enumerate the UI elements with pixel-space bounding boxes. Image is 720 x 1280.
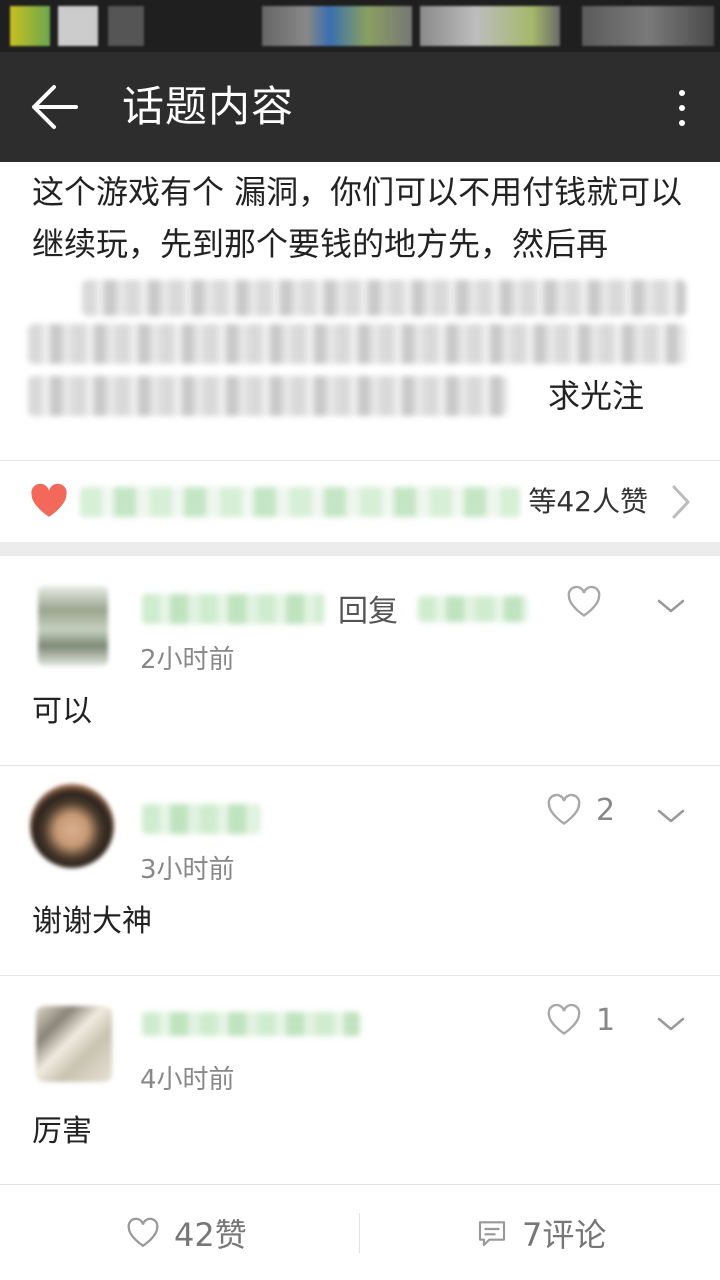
comment-like-count: 2 bbox=[596, 792, 616, 828]
comment-icon bbox=[478, 1221, 506, 1247]
status-pixels bbox=[108, 6, 144, 46]
commenter-name[interactable] bbox=[142, 804, 260, 834]
comment-time: 4小时前 bbox=[140, 1065, 235, 1095]
comment-text: 谢谢大神 bbox=[32, 904, 152, 939]
comment-like-count: 1 bbox=[596, 1002, 616, 1038]
comment-like-button[interactable]: 1 bbox=[546, 998, 615, 1042]
like-post-button[interactable]: 42赞 bbox=[126, 1185, 247, 1280]
obscured-text bbox=[82, 280, 686, 316]
chevron-down-icon[interactable] bbox=[656, 596, 686, 616]
status-pixels bbox=[58, 6, 98, 46]
obscured-text bbox=[28, 324, 686, 364]
reply-label: 回复 bbox=[338, 594, 398, 629]
bottom-action-bar: 42赞 7评论 bbox=[0, 1184, 720, 1280]
commenter-name[interactable] bbox=[142, 594, 324, 624]
bottom-bar-divider bbox=[359, 1213, 360, 1253]
post-content: 这个游戏有个 漏洞，你们可以不用付钱就可以继续玩，先到那个要钱的地方先，然后再 … bbox=[0, 162, 720, 460]
status-pixels bbox=[262, 6, 412, 46]
obscured-text bbox=[28, 376, 508, 416]
comment-item: 2 3小时前 谢谢大神 bbox=[0, 766, 720, 976]
post-text-end: 求光注 bbox=[548, 377, 645, 415]
more-vert-icon-dot bbox=[679, 105, 685, 111]
heart-outline-icon bbox=[547, 1003, 581, 1035]
chevron-down-icon[interactable] bbox=[656, 806, 686, 826]
status-pixels bbox=[582, 6, 714, 46]
comment-time: 3小时前 bbox=[140, 855, 235, 885]
chevron-right-icon[interactable] bbox=[670, 483, 694, 521]
comment-post-button[interactable]: 7评论 bbox=[476, 1185, 606, 1280]
comment-item: 回复 2小时前 可以 bbox=[0, 556, 720, 766]
comment-time: 2小时前 bbox=[140, 645, 235, 675]
comment-like-button[interactable]: 2 bbox=[546, 788, 615, 832]
more-menu-button[interactable] bbox=[662, 80, 702, 136]
liker-names bbox=[80, 487, 520, 517]
post-text: 这个游戏有个 漏洞，你们可以不用付钱就可以继续玩，先到那个要钱的地方先，然后再 bbox=[32, 173, 683, 263]
avatar[interactable] bbox=[36, 1006, 112, 1082]
likes-summary: 等42人赞 bbox=[528, 485, 648, 518]
reply-target-name[interactable] bbox=[418, 596, 528, 622]
likes-row[interactable]: 等42人赞 bbox=[0, 460, 720, 542]
page-title: 话题内容 bbox=[122, 82, 295, 131]
heart-outline-icon bbox=[127, 1217, 159, 1248]
status-pixels bbox=[10, 6, 50, 46]
comment-post-label: 7评论 bbox=[522, 1216, 607, 1254]
commenter-name[interactable] bbox=[142, 1012, 360, 1036]
more-vert-icon bbox=[679, 90, 685, 96]
section-divider bbox=[0, 542, 720, 556]
more-vert-icon-dot bbox=[679, 120, 685, 126]
back-arrow-icon bbox=[32, 85, 78, 129]
heart-outline-icon bbox=[547, 793, 581, 825]
back-button[interactable] bbox=[22, 78, 86, 136]
comment-item: 1 4小时前 厉害 bbox=[0, 976, 720, 1184]
avatar[interactable] bbox=[38, 586, 108, 666]
chevron-down-icon[interactable] bbox=[656, 1014, 686, 1034]
comment-text: 厉害 bbox=[32, 1114, 92, 1149]
app-bar: 话题内容 bbox=[0, 52, 720, 162]
heart-filled-icon bbox=[31, 483, 67, 517]
status-bar bbox=[0, 0, 720, 52]
heart-outline-icon bbox=[567, 585, 601, 617]
comment-text: 可以 bbox=[32, 694, 92, 729]
status-pixels bbox=[420, 6, 560, 46]
like-post-label: 42赞 bbox=[174, 1216, 247, 1254]
comment-like-button[interactable] bbox=[566, 580, 602, 624]
avatar[interactable] bbox=[30, 784, 114, 868]
